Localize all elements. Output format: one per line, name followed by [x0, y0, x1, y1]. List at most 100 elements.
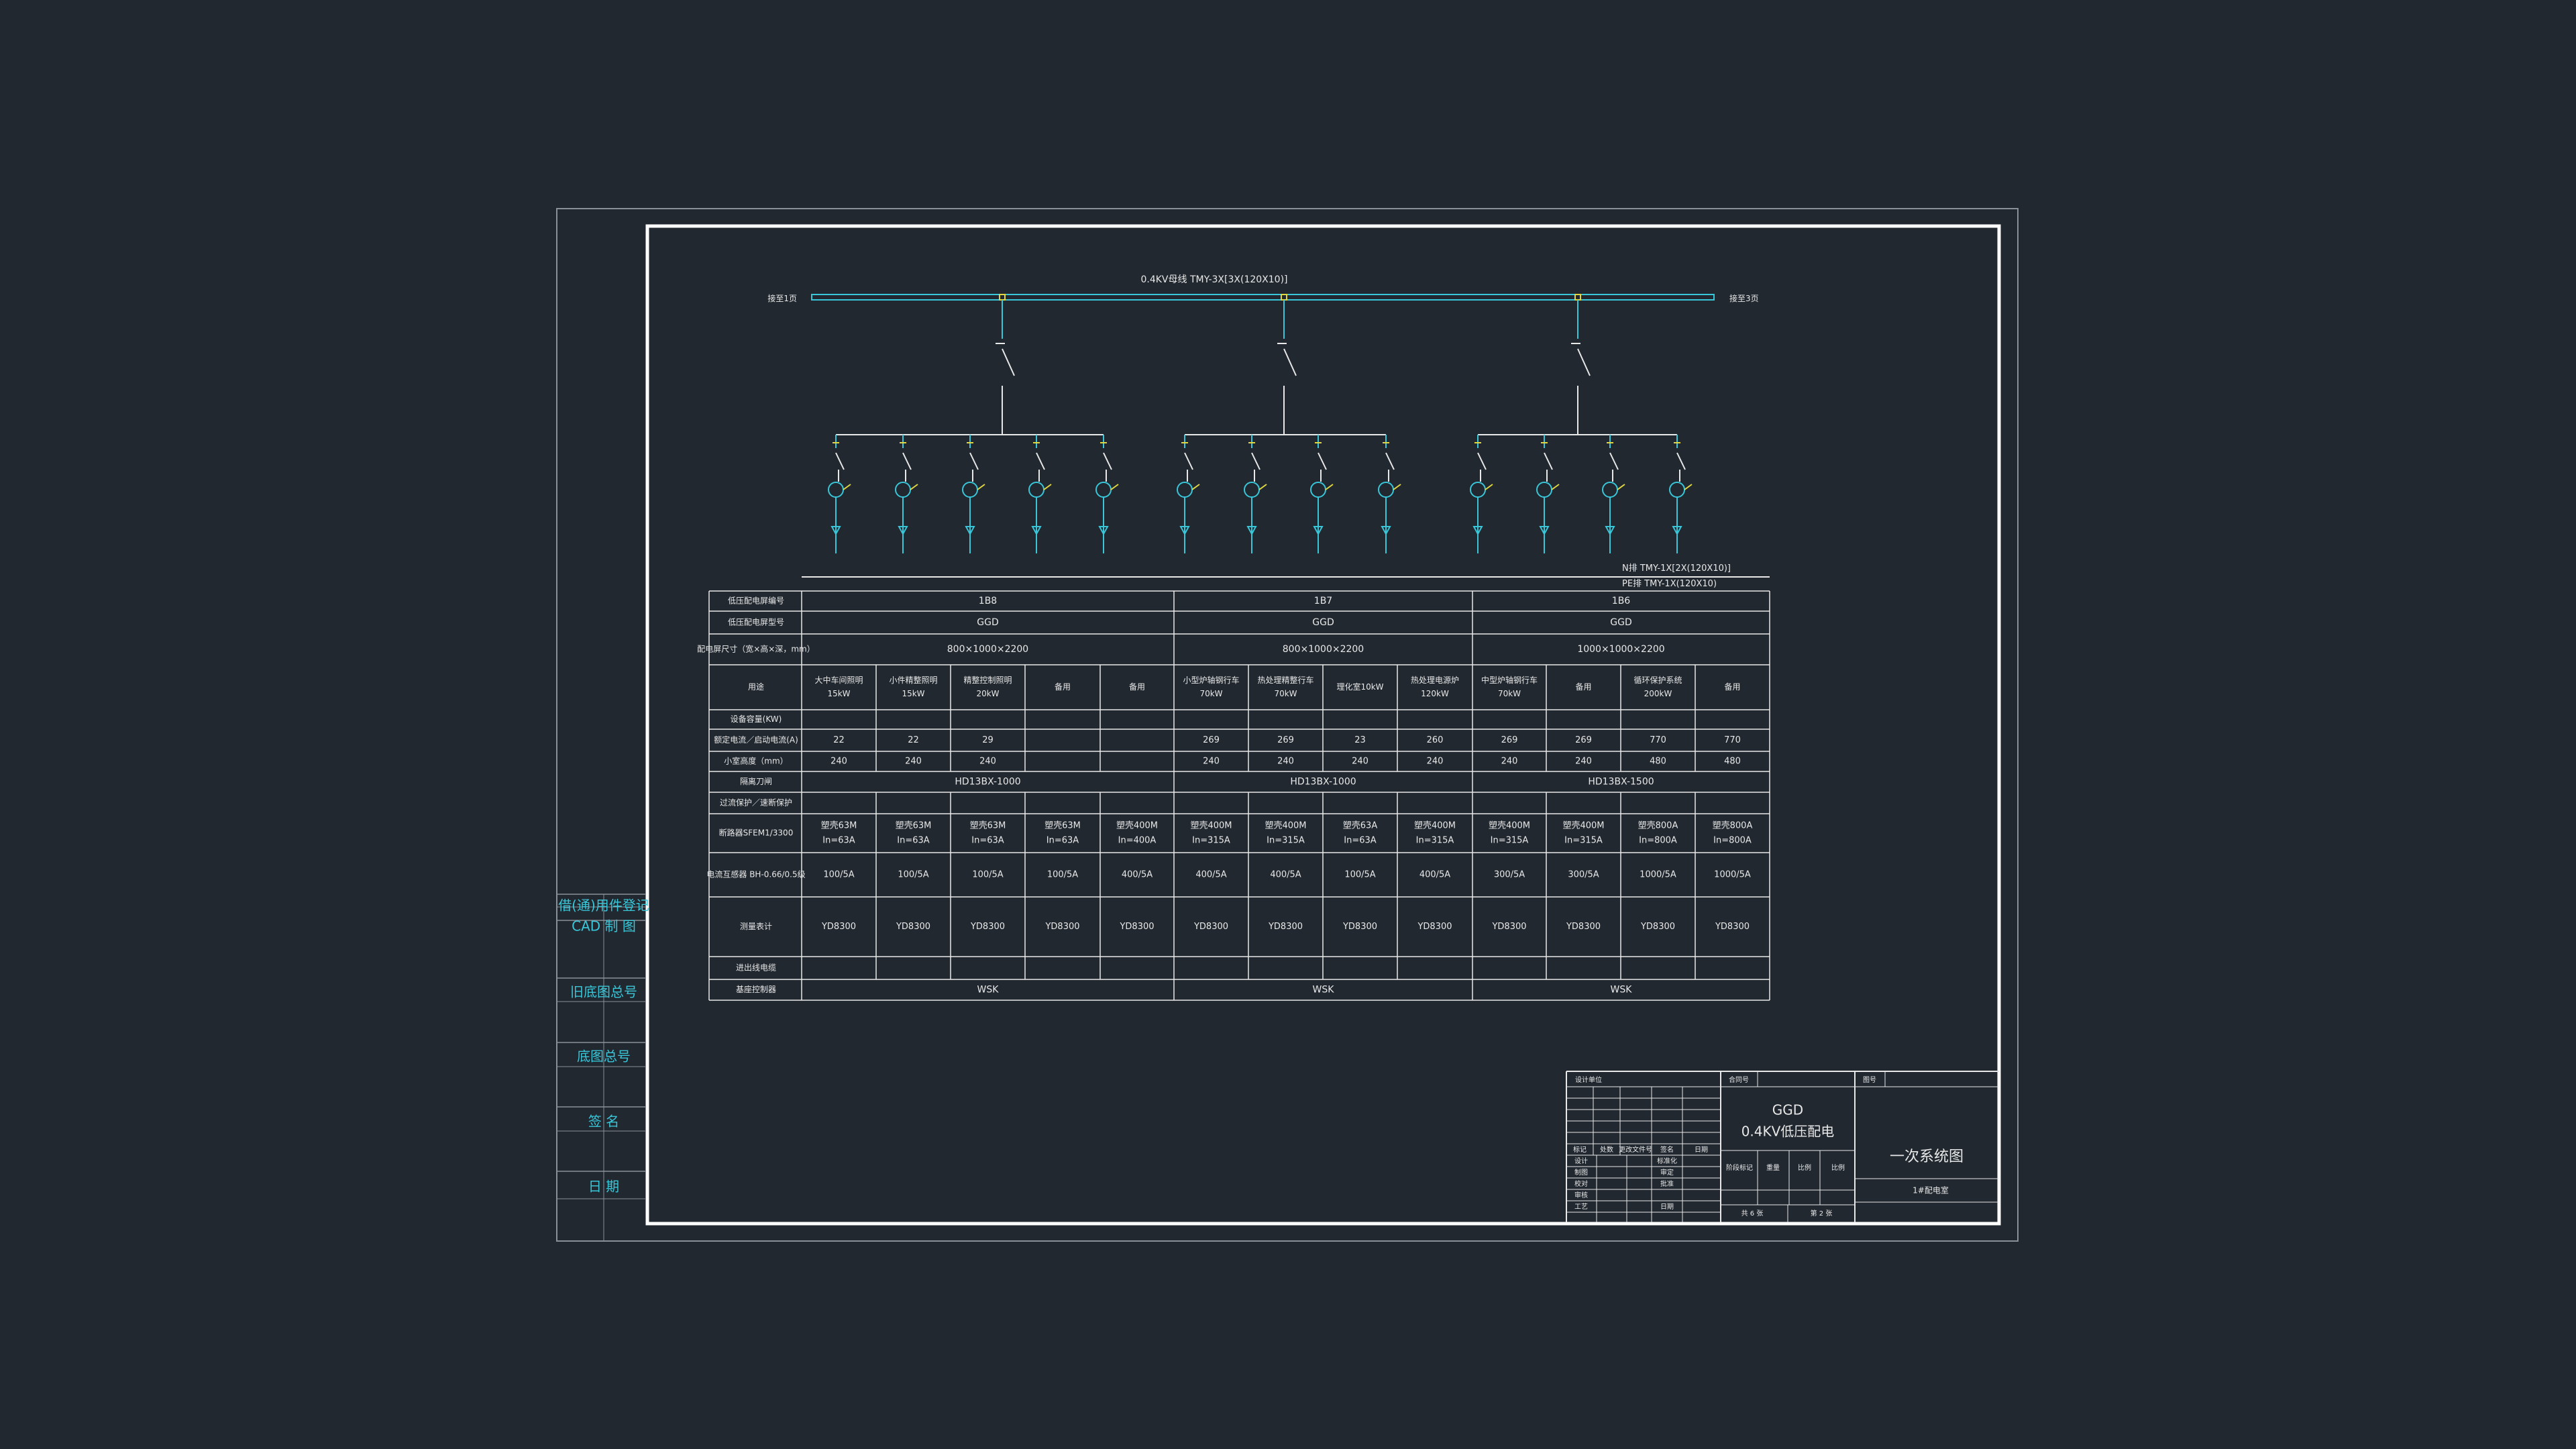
- row-label: 过流保护／速断保护: [720, 798, 792, 808]
- circuit-use: 大中车间照明: [814, 675, 863, 685]
- circuit-ct-ratio: 100/5A: [823, 870, 854, 880]
- panel-controller: WSK: [977, 985, 1000, 996]
- circuit-current: 269: [1277, 735, 1294, 745]
- circuit-meter: YD8300: [1491, 922, 1526, 932]
- circuit-use: 备用: [1055, 682, 1071, 692]
- circuit-use: 中型炉轴钢行车: [1481, 675, 1538, 685]
- row-label: 基座控制器: [736, 984, 776, 994]
- panel-size: 800×1000×2200: [947, 644, 1028, 655]
- circuit-power: 70kW: [1498, 689, 1521, 698]
- circuit-breaker-rating: In=63A: [897, 836, 930, 846]
- tb-rev-header: 签名: [1660, 1145, 1674, 1154]
- circuit-ct-ratio: 400/5A: [1419, 870, 1450, 880]
- circuit-meter: YD8300: [821, 922, 856, 932]
- circuit-ct-ratio: 100/5A: [1344, 870, 1375, 880]
- circuit-meter: YD8300: [1715, 922, 1750, 932]
- row-label: 低压配电屏编号: [728, 596, 784, 606]
- tb-sub-title: 1#配电室: [1913, 1185, 1949, 1195]
- circuit-power: 200kW: [1644, 689, 1672, 698]
- circuit-power: 70kW: [1199, 689, 1222, 698]
- tb-unit-label: 设计单位: [1575, 1075, 1602, 1084]
- circuit-breaker-type: 塑壳400M: [1562, 821, 1604, 831]
- circuit-compartment-height: 240: [905, 757, 922, 767]
- tb-role-left: 设计: [1574, 1157, 1588, 1165]
- circuit-use: 理化室10kW: [1336, 682, 1383, 692]
- circuit-use: 热处理电源炉: [1411, 676, 1459, 685]
- circuit-use: 循环保护系统: [1633, 676, 1682, 685]
- tb-drawing-no-label: 图号: [1863, 1076, 1876, 1084]
- circuit-breaker-rating: In=315A: [1416, 836, 1454, 846]
- circuit-current: 269: [1575, 735, 1592, 745]
- circuit-current: 260: [1427, 735, 1444, 745]
- side-label: 旧底图总号: [570, 984, 637, 1000]
- circuit-meter: YD8300: [1417, 922, 1452, 932]
- circuit-compartment-height: 240: [1203, 757, 1220, 767]
- circuit-use: 精整控制照明: [963, 675, 1012, 685]
- tb-role-left: 校对: [1574, 1179, 1588, 1188]
- tb-role-left: 制图: [1574, 1168, 1588, 1177]
- row-label: 测量表计: [740, 922, 772, 931]
- bus-left-tag: 接至1页: [767, 293, 797, 303]
- tb-rev-header: 标记: [1573, 1146, 1587, 1154]
- circuit-use: 小型炉轴钢行车: [1183, 675, 1239, 685]
- circuit-current: 22: [908, 735, 919, 745]
- panel-size: 800×1000×2200: [1283, 644, 1364, 655]
- side-label: CAD 制 图: [572, 918, 636, 934]
- circuit-ct-ratio: 300/5A: [1494, 870, 1525, 880]
- panel-isolator: HD13BX-1500: [1588, 777, 1654, 788]
- circuit-current: 269: [1501, 735, 1518, 745]
- side-label: 签 名: [588, 1114, 619, 1130]
- panel-type: GGD: [1312, 617, 1334, 628]
- circuit-breaker-rating: In=315A: [1564, 836, 1603, 846]
- tb-total-sheets: 共 6 张: [1741, 1210, 1764, 1218]
- tb-rev-header: 日期: [1695, 1146, 1708, 1154]
- circuit-breaker-rating: In=315A: [1267, 836, 1305, 846]
- panel-type: GGD: [977, 617, 998, 628]
- circuit-ct-ratio: 400/5A: [1122, 870, 1152, 880]
- panel-controller: WSK: [1313, 985, 1335, 996]
- circuit-use: 备用: [1575, 682, 1591, 692]
- circuit-ct-ratio: 400/5A: [1270, 870, 1301, 880]
- tb-product: GGD: [1772, 1102, 1803, 1118]
- circuit-compartment-height: 240: [979, 757, 996, 767]
- tb-role-right: 批准: [1660, 1179, 1674, 1188]
- panel-size: 1000×1000×2200: [1577, 644, 1664, 655]
- panel-type: GGD: [1610, 617, 1631, 628]
- tb-role-left: 审核: [1574, 1191, 1588, 1199]
- tb-rev-header: 更改文件号: [1619, 1145, 1652, 1154]
- circuit-power: 15kW: [827, 689, 850, 698]
- circuit-compartment-height: 240: [1352, 757, 1368, 767]
- row-label: 用途: [748, 682, 764, 692]
- side-label: 日 期: [588, 1179, 619, 1195]
- panel-isolator: HD13BX-1000: [955, 777, 1020, 788]
- row-label: 低压配电屏型号: [728, 618, 784, 627]
- circuit-breaker-rating: In=63A: [1344, 836, 1377, 846]
- circuit-breaker-type: 塑壳400M: [1190, 821, 1232, 831]
- n-bus-label: N排 TMY-1X[2X(120X10)]: [1622, 564, 1731, 574]
- circuit-meter: YD8300: [1268, 922, 1303, 932]
- circuit-breaker-rating: In=400A: [1118, 836, 1157, 846]
- circuit-compartment-height: 240: [1575, 757, 1592, 767]
- circuit-breaker-type: 塑壳63A: [1343, 821, 1378, 831]
- circuit-ct-ratio: 100/5A: [898, 870, 928, 880]
- side-label: 底图总号: [577, 1049, 631, 1065]
- circuit-current: 23: [1354, 735, 1366, 745]
- tb-role-right: 审定: [1660, 1168, 1674, 1177]
- circuit-breaker-rating: In=63A: [1046, 836, 1079, 846]
- tb-meta-header: 重量: [1766, 1163, 1780, 1172]
- circuit-breaker-rating: In=800A: [1713, 836, 1752, 846]
- circuit-compartment-height: 240: [830, 757, 847, 767]
- circuit-meter: YD8300: [1640, 922, 1675, 932]
- circuit-power: 15kW: [902, 689, 924, 698]
- tb-drawing-title: 一次系统图: [1890, 1148, 1964, 1165]
- circuit-breaker-type: 塑壳400M: [1116, 821, 1158, 831]
- circuit-breaker-type: 塑壳63M: [1044, 821, 1081, 831]
- circuit-meter: YD8300: [970, 922, 1005, 932]
- tb-meta-header: 比例: [1798, 1163, 1811, 1172]
- circuit-breaker-type: 塑壳63M: [821, 821, 857, 831]
- circuit-compartment-height: 240: [1427, 757, 1444, 767]
- circuit-ct-ratio: 400/5A: [1195, 870, 1226, 880]
- tb-product-desc: 0.4KV低压配电: [1741, 1124, 1835, 1140]
- circuit-breaker-rating: In=315A: [1192, 836, 1230, 846]
- circuit-compartment-height: 480: [1724, 757, 1741, 767]
